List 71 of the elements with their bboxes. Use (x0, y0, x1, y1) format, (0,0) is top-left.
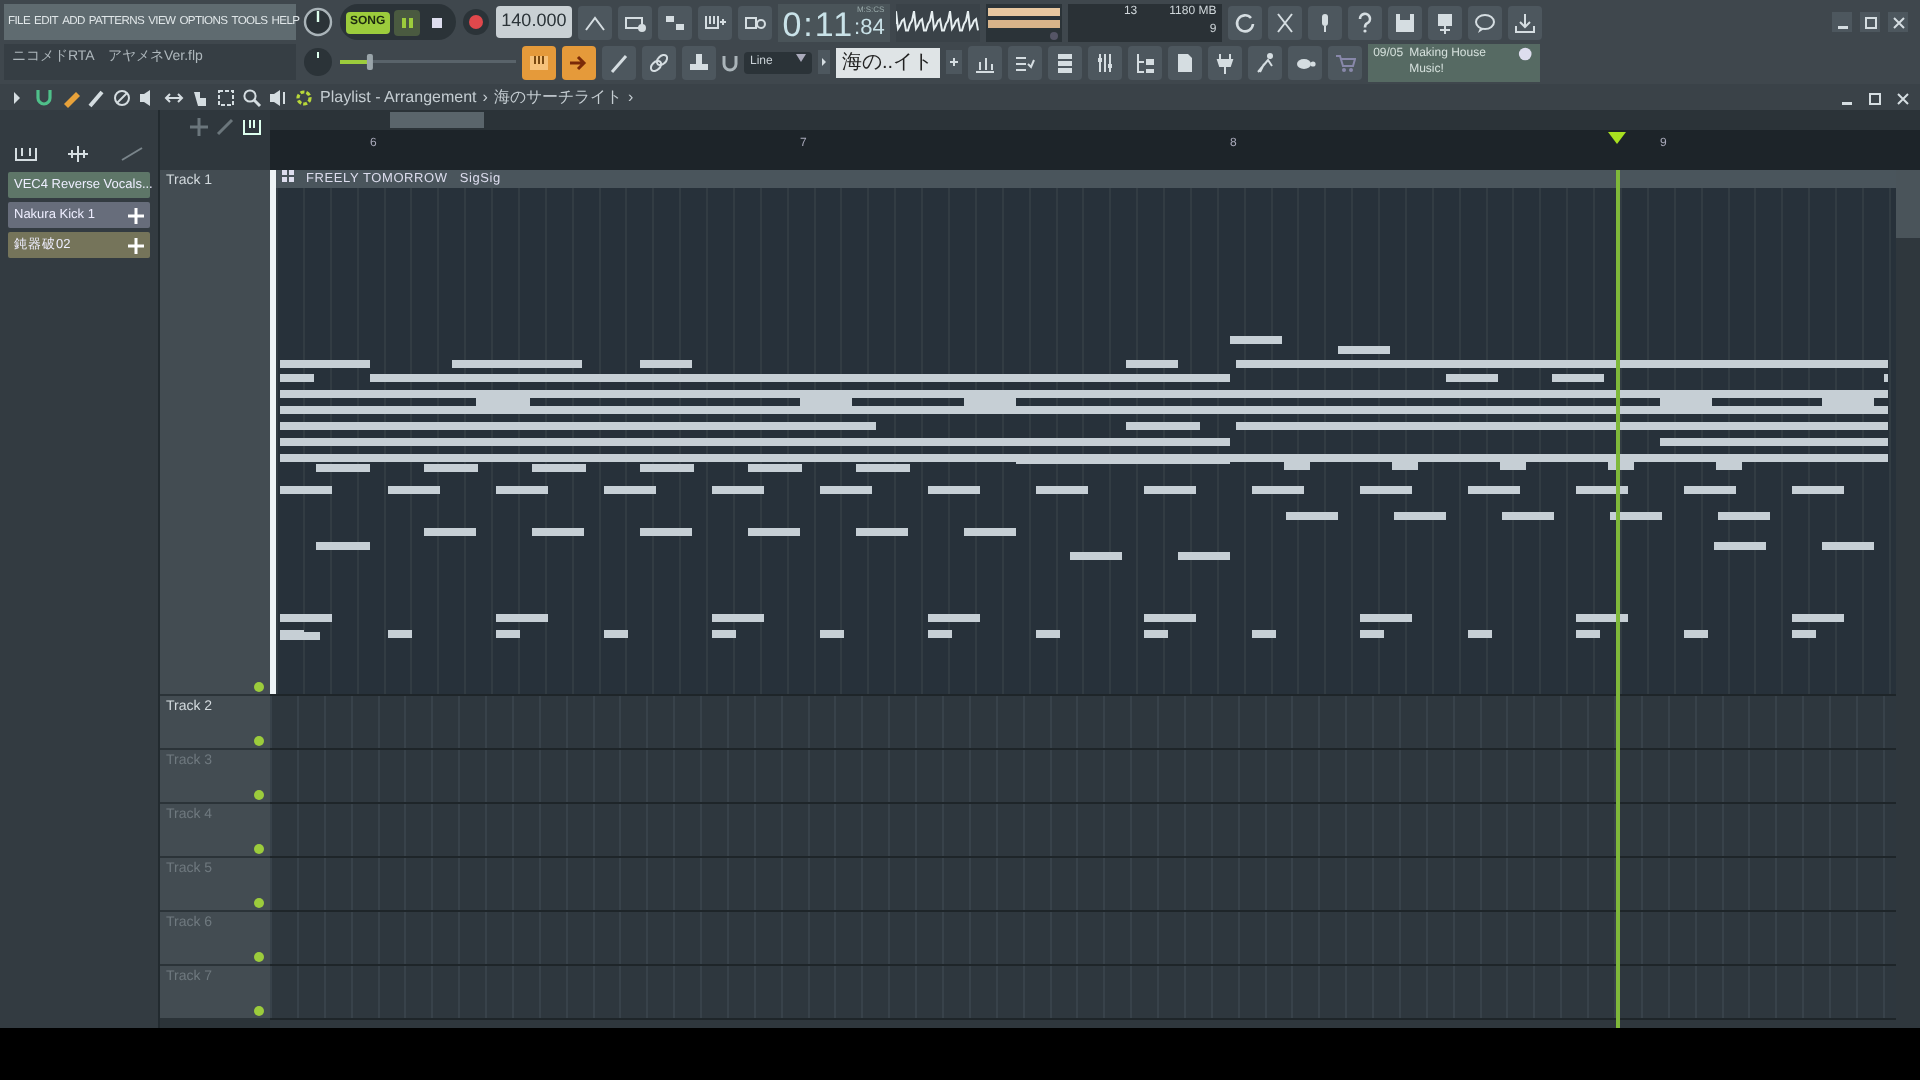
caret-right-icon[interactable] (818, 50, 830, 74)
breadcrumb-separator: › (482, 85, 488, 109)
indicator-light[interactable] (254, 1006, 264, 1016)
plug-icon[interactable] (1207, 45, 1242, 79)
pattern-selector[interactable]: 海の..イト (836, 47, 940, 77)
indicator-light[interactable] (254, 898, 264, 908)
chart-icon[interactable] (967, 45, 1002, 79)
pattern-icon (282, 170, 294, 182)
indicator-light[interactable] (254, 844, 264, 854)
zoom-icon[interactable] (242, 87, 262, 107)
cart-icon[interactable] (1327, 45, 1362, 79)
keyboard-icon[interactable] (242, 118, 262, 136)
list-check-icon[interactable] (1007, 45, 1042, 79)
plus-move-icon[interactable] (190, 118, 208, 136)
indicator-light[interactable] (254, 952, 264, 962)
play-button[interactable] (393, 9, 420, 35)
audio-clip-icon[interactable] (66, 146, 91, 162)
magnet-icon[interactable] (34, 87, 54, 107)
indicator-light[interactable] (254, 736, 264, 746)
restore-icon[interactable] (1864, 87, 1884, 107)
peak-icon[interactable] (578, 5, 613, 39)
close-icon[interactable] (1888, 12, 1908, 32)
song-name[interactable]: 海のサーチライト (493, 85, 622, 109)
stamp-icon[interactable] (682, 45, 716, 79)
rows-icon[interactable] (1047, 45, 1082, 79)
keyboard-icon[interactable] (522, 45, 556, 79)
brush-icon[interactable] (602, 45, 636, 79)
vertical-scrollbar[interactable] (1896, 170, 1920, 238)
microphone-icon[interactable] (1308, 5, 1343, 39)
minimize-icon[interactable] (1832, 12, 1852, 32)
breadcrumb-separator: › (627, 85, 634, 109)
tempo-field[interactable]: 140.000 (495, 6, 573, 38)
mixer-icon[interactable] (1087, 45, 1122, 79)
keyboard-plus-icon[interactable] (698, 5, 733, 39)
slip-icon[interactable] (164, 87, 184, 107)
speaker-icon[interactable] (268, 87, 288, 107)
time-centiseconds: :84 (854, 15, 885, 41)
select-icon[interactable] (216, 87, 236, 107)
window-title: Playlist - Arrangement (320, 85, 477, 109)
mute-circle-icon[interactable] (112, 87, 132, 107)
level-meter (986, 3, 1063, 41)
tree-icon[interactable] (1127, 45, 1162, 79)
magnet-icon[interactable] (722, 53, 738, 71)
timeline-scrollbar[interactable] (390, 112, 484, 128)
loop-icon[interactable] (738, 5, 773, 39)
gear-icon[interactable] (294, 87, 314, 107)
document-icon[interactable] (1167, 45, 1202, 79)
tape-icon[interactable] (618, 5, 653, 39)
stack-icon[interactable] (658, 5, 693, 39)
arrow-right-icon[interactable] (562, 45, 596, 79)
knob-icon[interactable] (302, 6, 334, 38)
floppy-icon[interactable] (1388, 5, 1423, 39)
indicator-light[interactable] (254, 682, 264, 692)
automation-icon[interactable] (119, 146, 144, 162)
refresh-icon[interactable] (1228, 5, 1263, 39)
restore-icon[interactable] (1860, 12, 1880, 32)
pitch-slider[interactable] (340, 52, 516, 72)
speech-bubble-icon[interactable] (1468, 5, 1503, 39)
scissors-icon[interactable] (1268, 5, 1303, 39)
close-icon[interactable] (1892, 87, 1912, 107)
plus-icon[interactable] (945, 50, 962, 74)
pattern-icon[interactable] (14, 146, 39, 162)
plus-move-icon (128, 237, 144, 253)
question-mark-icon[interactable] (1348, 5, 1383, 39)
plus-move-icon (128, 207, 144, 223)
chain-icon[interactable] (642, 45, 676, 79)
time-main: 0:11 (782, 7, 855, 41)
caret-icon (796, 53, 806, 61)
download-icon[interactable] (1508, 5, 1543, 39)
indicator-light[interactable] (254, 790, 264, 800)
record-button[interactable] (461, 8, 490, 36)
